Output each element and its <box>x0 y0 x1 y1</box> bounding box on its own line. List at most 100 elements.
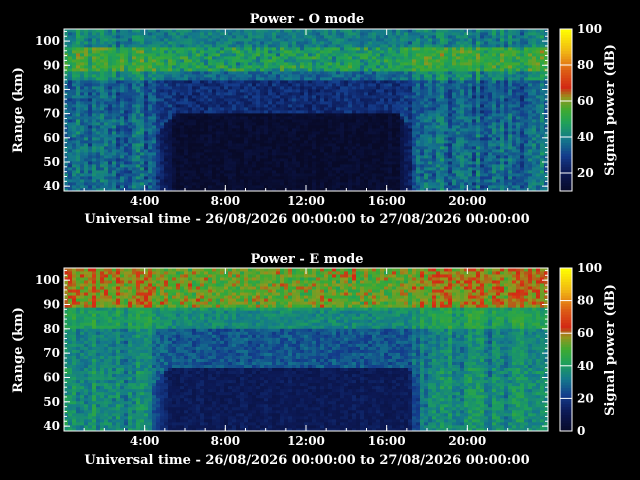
heatmap-cell <box>380 65 385 69</box>
heatmap-cell <box>176 38 181 42</box>
heatmap-cell <box>204 134 209 138</box>
heatmap-cell <box>336 65 341 69</box>
heatmap-cell <box>304 83 309 87</box>
heatmap-cell <box>416 50 421 54</box>
heatmap-cell <box>100 41 105 45</box>
heatmap-cell <box>384 176 389 180</box>
heatmap-cell <box>240 167 245 171</box>
heatmap-cell <box>168 47 173 51</box>
heatmap-cell <box>384 113 389 117</box>
heatmap-cell <box>404 116 409 120</box>
heatmap-cell <box>164 50 169 54</box>
heatmap-cell <box>128 41 133 45</box>
heatmap-cell <box>164 128 169 132</box>
heatmap-cell <box>272 50 277 54</box>
heatmap-cell <box>372 47 377 51</box>
heatmap-cell <box>88 164 93 168</box>
heatmap-cell <box>188 71 193 75</box>
heatmap-cell <box>112 140 117 144</box>
heatmap-cell <box>348 134 353 138</box>
heatmap-cell <box>316 110 321 114</box>
heatmap-cell <box>120 62 125 66</box>
heatmap-cell <box>80 35 85 39</box>
heatmap-cell <box>252 65 257 69</box>
heatmap-cell <box>208 98 213 102</box>
heatmap-cell <box>240 35 245 39</box>
heatmap-cell <box>396 161 401 165</box>
heatmap-cell <box>380 35 385 39</box>
heatmap-cell <box>336 56 341 60</box>
heatmap-cell <box>244 110 249 114</box>
heatmap-cell <box>288 89 293 93</box>
heatmap-cell <box>256 116 261 120</box>
heatmap-cell <box>268 62 273 66</box>
heatmap-cell <box>420 59 425 63</box>
heatmap-cell <box>172 95 177 99</box>
heatmap-cell <box>132 35 137 39</box>
heatmap-cell <box>96 116 101 120</box>
heatmap-cell <box>228 83 233 87</box>
heatmap-cell <box>284 152 289 156</box>
heatmap-cell <box>428 164 433 168</box>
heatmap-cell <box>180 143 185 147</box>
heatmap-cell <box>96 68 101 72</box>
heatmap-cell <box>168 35 173 39</box>
heatmap-cell <box>104 182 109 186</box>
heatmap-cell <box>160 131 165 135</box>
heatmap-cell <box>344 155 349 159</box>
heatmap-cell <box>312 158 317 162</box>
heatmap-cell <box>116 74 121 78</box>
heatmap-cell <box>356 152 361 156</box>
heatmap-cell <box>336 68 341 72</box>
heatmap-cell <box>328 56 333 60</box>
heatmap-cell <box>424 86 429 90</box>
heatmap-cell <box>300 185 305 189</box>
heatmap-cell <box>196 140 201 144</box>
heatmap-cell <box>148 107 153 111</box>
heatmap-cell <box>92 182 97 186</box>
heatmap-cell <box>180 104 185 108</box>
heatmap-cell <box>132 143 137 147</box>
heatmap-cell <box>416 146 421 150</box>
heatmap-cell <box>392 53 397 57</box>
heatmap-cell <box>304 146 309 150</box>
heatmap-cell <box>276 47 281 51</box>
heatmap-cell <box>364 44 369 48</box>
heatmap-cell <box>288 65 293 69</box>
heatmap-cell <box>300 80 305 84</box>
heatmap-cell <box>208 128 213 132</box>
heatmap-cell <box>216 68 221 72</box>
heatmap-cell <box>280 155 285 159</box>
heatmap-cell <box>64 143 69 147</box>
heatmap-cell <box>300 29 305 33</box>
heatmap-cell <box>308 161 313 165</box>
heatmap-cell <box>296 134 301 138</box>
heatmap-cell <box>280 104 285 108</box>
heatmap-cell <box>156 29 161 33</box>
heatmap-cell <box>308 125 313 129</box>
heatmap-cell <box>164 68 169 72</box>
heatmap-cell <box>120 164 125 168</box>
heatmap-cell <box>268 149 273 153</box>
heatmap-cell <box>368 110 373 114</box>
heatmap-cell <box>112 128 117 132</box>
heatmap-cell <box>244 77 249 81</box>
heatmap-cell <box>172 104 177 108</box>
heatmap-cell <box>88 128 93 132</box>
heatmap-cell <box>232 164 237 168</box>
heatmap-cell <box>356 131 361 135</box>
heatmap-cell <box>252 110 257 114</box>
heatmap-cell <box>420 38 425 42</box>
heatmap-cell <box>276 155 281 159</box>
heatmap-cell <box>80 65 85 69</box>
heatmap-cell <box>288 140 293 144</box>
heatmap-cell <box>360 107 365 111</box>
heatmap-cell <box>108 71 113 75</box>
heatmap-cell <box>316 95 321 99</box>
heatmap-cell <box>224 59 229 63</box>
heatmap-cell <box>360 56 365 60</box>
heatmap-cell <box>236 86 241 90</box>
heatmap-cell <box>392 176 397 180</box>
heatmap-cell <box>416 149 421 153</box>
heatmap-cell <box>412 29 417 33</box>
